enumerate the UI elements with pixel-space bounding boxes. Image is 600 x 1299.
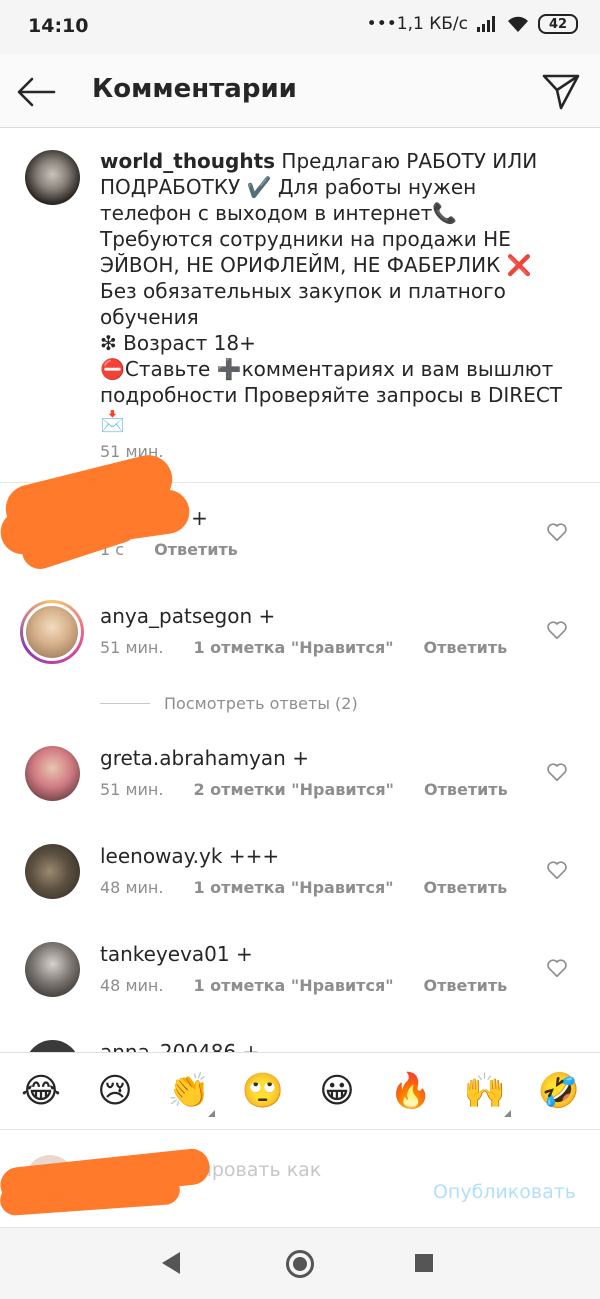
comment-row: leenoway.yk +++ 48 мин. 1 отметка "Нрави…	[0, 822, 600, 920]
publish-button[interactable]: Опубликовать	[433, 1181, 576, 1203]
comment-timestamp: 51 мин.	[100, 780, 164, 799]
caption-username[interactable]: world_thoughts	[100, 149, 275, 173]
reply-button[interactable]: Ответить	[424, 976, 508, 995]
comment-text: anna_200486 +	[100, 1040, 260, 1052]
emoji-glyph: 🙌	[463, 1071, 507, 1111]
emoji-button[interactable]: 😢	[85, 1071, 145, 1111]
arrow-left-icon[interactable]	[14, 70, 58, 114]
emoji-button[interactable]: 😂	[11, 1071, 71, 1111]
view-replies-label: Посмотреть ответы (2)	[164, 693, 358, 713]
nav-back-icon[interactable]	[162, 1252, 180, 1274]
comment-row: greta.abrahamyan + 51 мин. 2 отметки "Нр…	[0, 724, 600, 822]
heart-outline-icon[interactable]	[546, 619, 568, 641]
heart-outline-icon[interactable]	[546, 859, 568, 881]
avatar[interactable]	[25, 942, 80, 997]
emoji-button[interactable]: 🙄	[233, 1071, 293, 1111]
comment-row: anna_200486 +	[0, 1018, 600, 1052]
emoji-button[interactable]: 🔥	[381, 1071, 441, 1111]
comment-meta: 48 мин. 1 отметка "Нравится" Ответить	[100, 878, 507, 897]
reply-button[interactable]: Ответить	[424, 878, 508, 897]
heart-outline-icon[interactable]	[546, 957, 568, 979]
reply-button[interactable]: Ответить	[424, 780, 508, 799]
comment-timestamp: 48 мин.	[100, 976, 164, 995]
comment-meta: 51 мин. 2 отметки "Нравится" Ответить	[100, 780, 508, 799]
likes-count[interactable]: 1 отметка "Нравится"	[193, 878, 393, 897]
signal-icon	[477, 16, 495, 32]
post-caption: world_thoughts Предлагаю РАБОТУ ИЛИ ПОДР…	[0, 128, 600, 483]
avatar	[23, 603, 81, 661]
avatar[interactable]	[25, 150, 80, 205]
system-nav-bar	[0, 1227, 600, 1299]
likes-count[interactable]: 1 отметка "Нравится"	[193, 976, 393, 995]
nav-home-icon[interactable]	[286, 1250, 314, 1278]
emoji-quick-bar: 😂 😢 👏 🙄 😀 🔥 🙌 🤣	[0, 1052, 600, 1130]
likes-count[interactable]: 1 отметка "Нравится"	[193, 638, 393, 657]
emoji-button[interactable]: 😀	[307, 1071, 367, 1111]
emoji-glyph: 👏	[167, 1071, 211, 1111]
status-indicators: •••1,1 КБ/с 42	[367, 14, 578, 34]
comment-text: tankeyeva01 +	[100, 942, 253, 966]
caption-text: world_thoughts Предлагаю РАБОТУ ИЛИ ПОДР…	[100, 148, 570, 434]
avatar[interactable]	[25, 746, 80, 801]
status-bar: 14:10 •••1,1 КБ/с 42	[0, 0, 600, 54]
battery-icon: 42	[538, 14, 578, 34]
caption-body: Предлагаю РАБОТУ ИЛИ ПОДРАБОТКУ ✔️ Для р…	[100, 149, 563, 433]
heart-outline-icon[interactable]	[546, 761, 568, 783]
comment-row: anya_patsegon + 51 мин. 1 отметка "Нрави…	[0, 582, 600, 680]
network-speed: •••1,1 КБ/с	[366, 14, 468, 34]
comment-row: tankeyeva01 + 48 мин. 1 отметка "Нравитс…	[0, 920, 600, 1018]
paper-plane-icon[interactable]	[540, 70, 582, 112]
page-title: Комментарии	[92, 74, 297, 104]
skin-tone-indicator-icon	[504, 1110, 511, 1117]
status-time: 14:10	[28, 15, 89, 37]
divider	[100, 702, 150, 704]
likes-count[interactable]: 2 отметки "Нравится"	[193, 780, 394, 799]
wifi-icon	[508, 16, 528, 32]
nav-recents-icon[interactable]	[415, 1254, 433, 1272]
emoji-button[interactable]: 🙌	[455, 1071, 515, 1117]
emoji-button[interactable]: 👏	[159, 1071, 219, 1117]
avatar[interactable]	[25, 844, 80, 899]
comment-meta: 48 мин. 1 отметка "Нравится" Ответить	[100, 976, 507, 995]
comment-text: leenoway.yk +++	[100, 844, 280, 868]
comment-text: anya_patsegon +	[100, 604, 276, 628]
comment-timestamp: 51 мин.	[100, 638, 164, 657]
avatar[interactable]	[25, 1040, 80, 1052]
app-bar: Комментарии	[0, 54, 600, 128]
reply-button[interactable]: Ответить	[154, 540, 238, 559]
heart-outline-icon[interactable]	[546, 521, 568, 543]
story-ring[interactable]	[20, 600, 84, 664]
emoji-button[interactable]: 🤣	[529, 1071, 589, 1111]
comment-text: greta.abrahamyan +	[100, 746, 309, 770]
skin-tone-indicator-icon	[208, 1110, 215, 1117]
comment-meta: 51 мин. 1 отметка "Нравится" Ответить	[100, 638, 507, 657]
view-replies-button[interactable]: Посмотреть ответы (2)	[100, 692, 520, 714]
reply-button[interactable]: Ответить	[424, 638, 508, 657]
comment-timestamp: 48 мин.	[100, 878, 164, 897]
